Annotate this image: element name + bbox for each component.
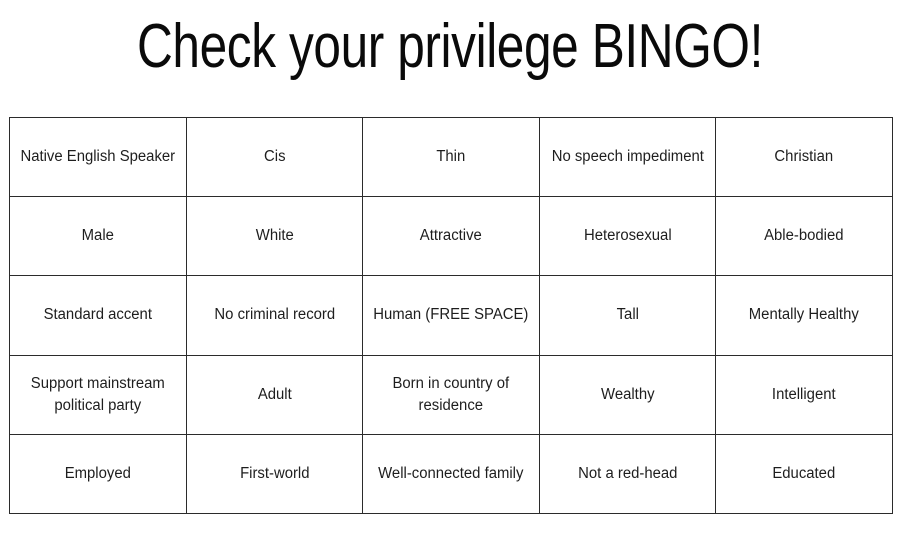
bingo-cell-label: Not a red-head (577, 464, 678, 482)
bingo-cell[interactable]: Adult (185, 354, 364, 435)
bingo-cell-label: Support mainstream political party (30, 374, 165, 414)
bingo-cell-label: Native English Speaker (20, 148, 176, 166)
bingo-card: Check your privilege BINGO! Native Engli… (0, 0, 900, 540)
bingo-cell-label: Tall (616, 306, 639, 324)
bingo-cell[interactable]: Mentally Healthy (715, 275, 893, 356)
bingo-cell[interactable]: Intelligent (715, 354, 893, 435)
bingo-cell-label: Employed (64, 464, 131, 482)
bingo-cell-label: Attractive (419, 227, 482, 245)
bingo-cell-label: Wealthy (600, 385, 655, 403)
bingo-cell-label: Mentally Healthy (749, 306, 860, 324)
bingo-cell[interactable]: Well-connected family (362, 433, 540, 514)
bingo-cell[interactable]: Male (9, 196, 187, 277)
bingo-cell[interactable]: Tall (538, 275, 717, 356)
bingo-cell[interactable]: Christian (715, 116, 893, 198)
bingo-cell[interactable]: Standard accent (9, 275, 187, 356)
bingo-cell-free-space[interactable]: Human (FREE SPACE) (362, 275, 540, 356)
bingo-row: Support mainstream political party Adult… (9, 354, 893, 435)
bingo-row: Employed First-world Well-connected fami… (9, 433, 893, 514)
bingo-cell-label: Male (81, 227, 114, 245)
bingo-cell[interactable]: Wealthy (538, 354, 717, 435)
bingo-cell[interactable]: No speech impediment (538, 116, 717, 198)
bingo-cell-label: First-world (239, 464, 310, 482)
bingo-cell-label: Well-connected family (378, 464, 524, 482)
bingo-cell-label: Born in country of residence (392, 374, 510, 414)
bingo-cell-label: Adult (257, 385, 292, 403)
bingo-cell[interactable]: Not a red-head (538, 433, 717, 514)
bingo-cell[interactable]: Native English Speaker (9, 116, 187, 198)
bingo-row: Native English Speaker Cis Thin No speec… (9, 116, 893, 198)
bingo-cell[interactable]: First-world (185, 433, 364, 514)
bingo-cell-label: Intelligent (772, 385, 837, 403)
bingo-cell[interactable]: Thin (362, 116, 540, 198)
bingo-cell[interactable]: Able-bodied (715, 196, 893, 277)
bingo-cell[interactable]: Born in country of residence (362, 354, 540, 435)
bingo-row: Male White Attractive Heterosexual Able-… (9, 196, 893, 277)
bingo-cell-label: Cis (263, 148, 286, 166)
bingo-cell[interactable]: Employed (9, 433, 187, 514)
bingo-cell-label: White (255, 227, 294, 245)
bingo-cell-label: No speech impediment (551, 148, 704, 166)
bingo-row: Standard accent No criminal record Human… (9, 275, 893, 356)
bingo-cell[interactable]: Heterosexual (538, 196, 717, 277)
bingo-cell[interactable]: Cis (185, 116, 364, 198)
bingo-cell-label: Standard accent (43, 306, 152, 324)
bingo-grid: Native English Speaker Cis Thin No speec… (9, 116, 893, 514)
bingo-cell[interactable]: White (185, 196, 364, 277)
bingo-cell[interactable]: Support mainstream political party (9, 354, 187, 435)
bingo-cell-label: Heterosexual (583, 227, 672, 245)
bingo-cell-label: Thin (436, 148, 466, 166)
bingo-cell[interactable]: Attractive (362, 196, 540, 277)
bingo-cell-label: Christian (774, 148, 834, 166)
bingo-cell[interactable]: Educated (715, 433, 893, 514)
bingo-cell[interactable]: No criminal record (185, 275, 364, 356)
page-title: Check your privilege BINGO! (137, 12, 763, 81)
bingo-cell-label: No criminal record (214, 306, 335, 324)
bingo-cell-label: Able-bodied (764, 227, 844, 245)
bingo-cell-label: Educated (772, 464, 836, 482)
bingo-cell-label: Human (FREE SPACE) (373, 306, 529, 324)
